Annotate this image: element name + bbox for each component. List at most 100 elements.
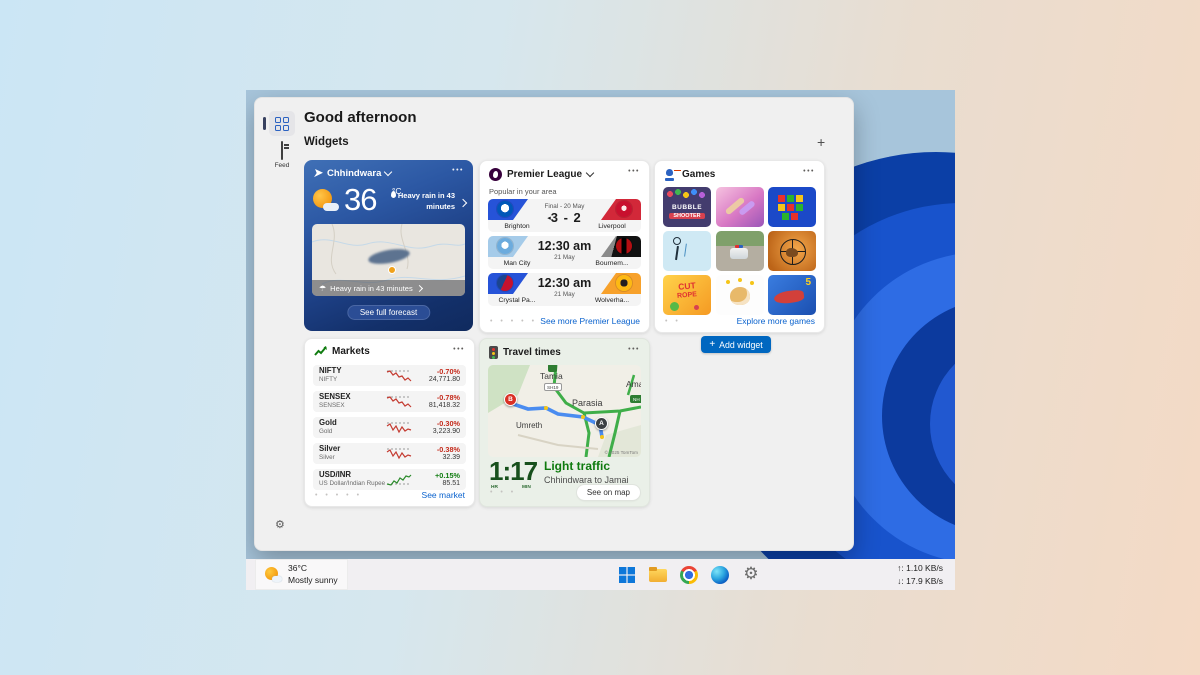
see-full-forecast-button[interactable]: See full forecast [347, 305, 430, 320]
game-tile-deer-hunter[interactable] [768, 231, 816, 271]
match-time: 12:30 am [528, 239, 602, 253]
premier-more-options-icon[interactable] [628, 164, 640, 176]
games-grid: BUBBLE SHOOTER CUT ROPE 5 [663, 187, 816, 315]
chevron-down-icon [586, 169, 594, 177]
chrome-button[interactable] [679, 565, 699, 585]
premier-league-widget[interactable]: Premier League Popular in your area Brig… [479, 160, 650, 333]
taskbar-temperature: 36°C [288, 563, 338, 574]
travel-header: Travel times [489, 346, 561, 359]
match-score: ◂3 - 2 [528, 210, 602, 225]
widgets-board: Chhindwara 36 °C Heavy rain in 43 minute… [304, 160, 829, 512]
route-description: Chhindwara to Jamai [544, 475, 629, 485]
file-explorer-button[interactable] [648, 565, 668, 585]
windows-logo-icon [619, 567, 635, 583]
sidebar-item-feed[interactable]: Feed [271, 142, 293, 169]
location-marker-dot [388, 266, 396, 274]
sparkline-down-icon [386, 369, 412, 382]
rain-alert[interactable]: Heavy rain in 43 minutes [383, 191, 455, 213]
map-town-label: Parasia [572, 398, 603, 408]
pagination-dots[interactable]: • • • [490, 489, 516, 496]
premier-subtitle: Popular in your area [489, 187, 557, 196]
taskbar-weather-button[interactable]: 36°C Mostly sunny [255, 559, 348, 590]
road-badge-sh19: SH19 [544, 383, 562, 391]
match-row[interactable]: Man City Bournem... 12:30 am 21 May [488, 236, 641, 269]
sun-behind-cloud-icon [313, 189, 339, 211]
weather-location-dropdown[interactable]: Chhindwara [314, 168, 391, 179]
rain-droplet-icon [391, 191, 396, 198]
markets-widget[interactable]: Markets NIFTYNIFTY -0.70%24,771.80 SENSE… [304, 338, 475, 507]
game-tile-hungry-shark[interactable]: 5 [768, 275, 816, 315]
traffic-light-icon [489, 346, 498, 359]
weather-widget[interactable]: Chhindwara 36 °C Heavy rain in 43 minute… [304, 160, 473, 331]
travel-duration: 1:17 HR MIN [489, 458, 537, 484]
add-widget-plus-icon[interactable]: + [815, 132, 827, 152]
game-tile-shiba-bees[interactable] [716, 275, 764, 315]
game-tile-makeup[interactable] [716, 187, 764, 227]
taskbar-icons: ⚙ [617, 559, 761, 590]
desktop: Feed Good afternoon Widgets + ⚙ Chhindwa… [246, 90, 955, 590]
weather-radar-map[interactable]: ☂ Heavy rain in 43 minutes [312, 224, 465, 296]
map-town-label: Amarwara [626, 379, 641, 389]
route-map[interactable]: Tamia SH19 Parasia Amarwara NH Umreth B … [488, 365, 641, 457]
game-tile-stickman-fishing[interactable] [663, 231, 711, 271]
map-rain-banner[interactable]: ☂ Heavy rain in 43 minutes [312, 280, 465, 296]
game-tile-bubble-shooter[interactable]: BUBBLE SHOOTER [663, 187, 711, 227]
see-on-map-button[interactable]: See on map [577, 485, 640, 500]
wolves-crest-icon [616, 275, 632, 291]
market-row[interactable]: SilverSilver -0.38%32.39 [313, 443, 466, 464]
traffic-info: Light traffic Chhindwara to Jamai [544, 459, 629, 485]
match-status: Final - 20 May [528, 203, 602, 210]
bournemouth-crest-icon [616, 238, 632, 254]
match-row[interactable]: Brighton Liverpool Final - 20 May ◂3 - 2 [488, 199, 641, 232]
location-pin-icon [314, 169, 323, 178]
travel-more-options-icon[interactable] [628, 342, 640, 354]
map-attribution: © 2025 TomTom [605, 450, 638, 455]
game-tile-block-puzzle[interactable] [768, 187, 816, 227]
explore-more-games-link[interactable]: Explore more games [737, 316, 815, 326]
widgets-settings-gear-icon[interactable]: ⚙ [275, 518, 285, 531]
umbrella-icon: ☂ [319, 284, 326, 293]
travel-times-widget[interactable]: Travel times [479, 338, 650, 507]
map-roads [488, 365, 641, 457]
match-date: 21 May [528, 291, 602, 298]
edge-button[interactable] [710, 565, 730, 585]
feed-label: Feed [271, 162, 293, 169]
crystal-palace-crest-icon [497, 275, 513, 291]
match-date: 21 May [528, 254, 602, 261]
widgets-board-icon [275, 117, 289, 131]
game-tile-police-chase[interactable] [716, 231, 764, 271]
pagination-dots[interactable]: • • • • • [490, 318, 537, 325]
widgets-panel: Feed Good afternoon Widgets + ⚙ Chhindwa… [254, 97, 854, 551]
sparkline-down-icon [386, 447, 412, 460]
pagination-dots[interactable]: • • [665, 318, 681, 325]
settings-button[interactable]: ⚙ [741, 565, 761, 585]
banner-chevron-icon [416, 284, 423, 291]
sidebar-item-widgets[interactable] [269, 111, 295, 136]
market-row[interactable]: NIFTYNIFTY -0.70%24,771.80 [313, 365, 466, 386]
route-marker-b: B [504, 393, 517, 406]
games-header: Games [664, 168, 715, 181]
market-row[interactable]: GoldGold -0.30%3,223.90 [313, 417, 466, 438]
man-city-crest-icon [497, 238, 513, 254]
markets-more-options-icon[interactable] [453, 342, 465, 354]
weather-more-options-icon[interactable] [452, 163, 464, 175]
start-button[interactable] [617, 565, 637, 585]
market-row[interactable]: USD/INRUS Dollar/Indian Rupee +0.15%85.5… [313, 469, 466, 490]
route-marker-a: A [595, 417, 608, 430]
see-more-premier-link[interactable]: See more Premier League [540, 316, 640, 326]
nav-selection-indicator [263, 117, 266, 130]
add-widget-button[interactable]: Add widget [701, 336, 771, 353]
match-row[interactable]: Crystal Pa... Wolverha... 12:30 am 21 Ma… [488, 273, 641, 306]
market-row[interactable]: SENSEXSENSEX -0.78%81,418.32 [313, 391, 466, 412]
pagination-dots[interactable]: • • • • • [315, 492, 362, 499]
see-market-link[interactable]: See market [422, 490, 465, 500]
feed-icon [281, 141, 283, 160]
games-widget[interactable]: Games BUBBLE SHOOTER CUT ROPE [654, 160, 825, 333]
route-shield-badge [548, 365, 557, 372]
premier-league-dropdown[interactable]: Premier League [489, 168, 593, 181]
download-speed: ↓: 17.9 KB/s [897, 575, 943, 588]
game-tile-cut-the-rope[interactable]: CUT ROPE [663, 275, 711, 315]
brighton-crest-icon [497, 201, 513, 217]
sparkline-up-icon [386, 473, 412, 486]
games-more-options-icon[interactable] [803, 164, 815, 176]
